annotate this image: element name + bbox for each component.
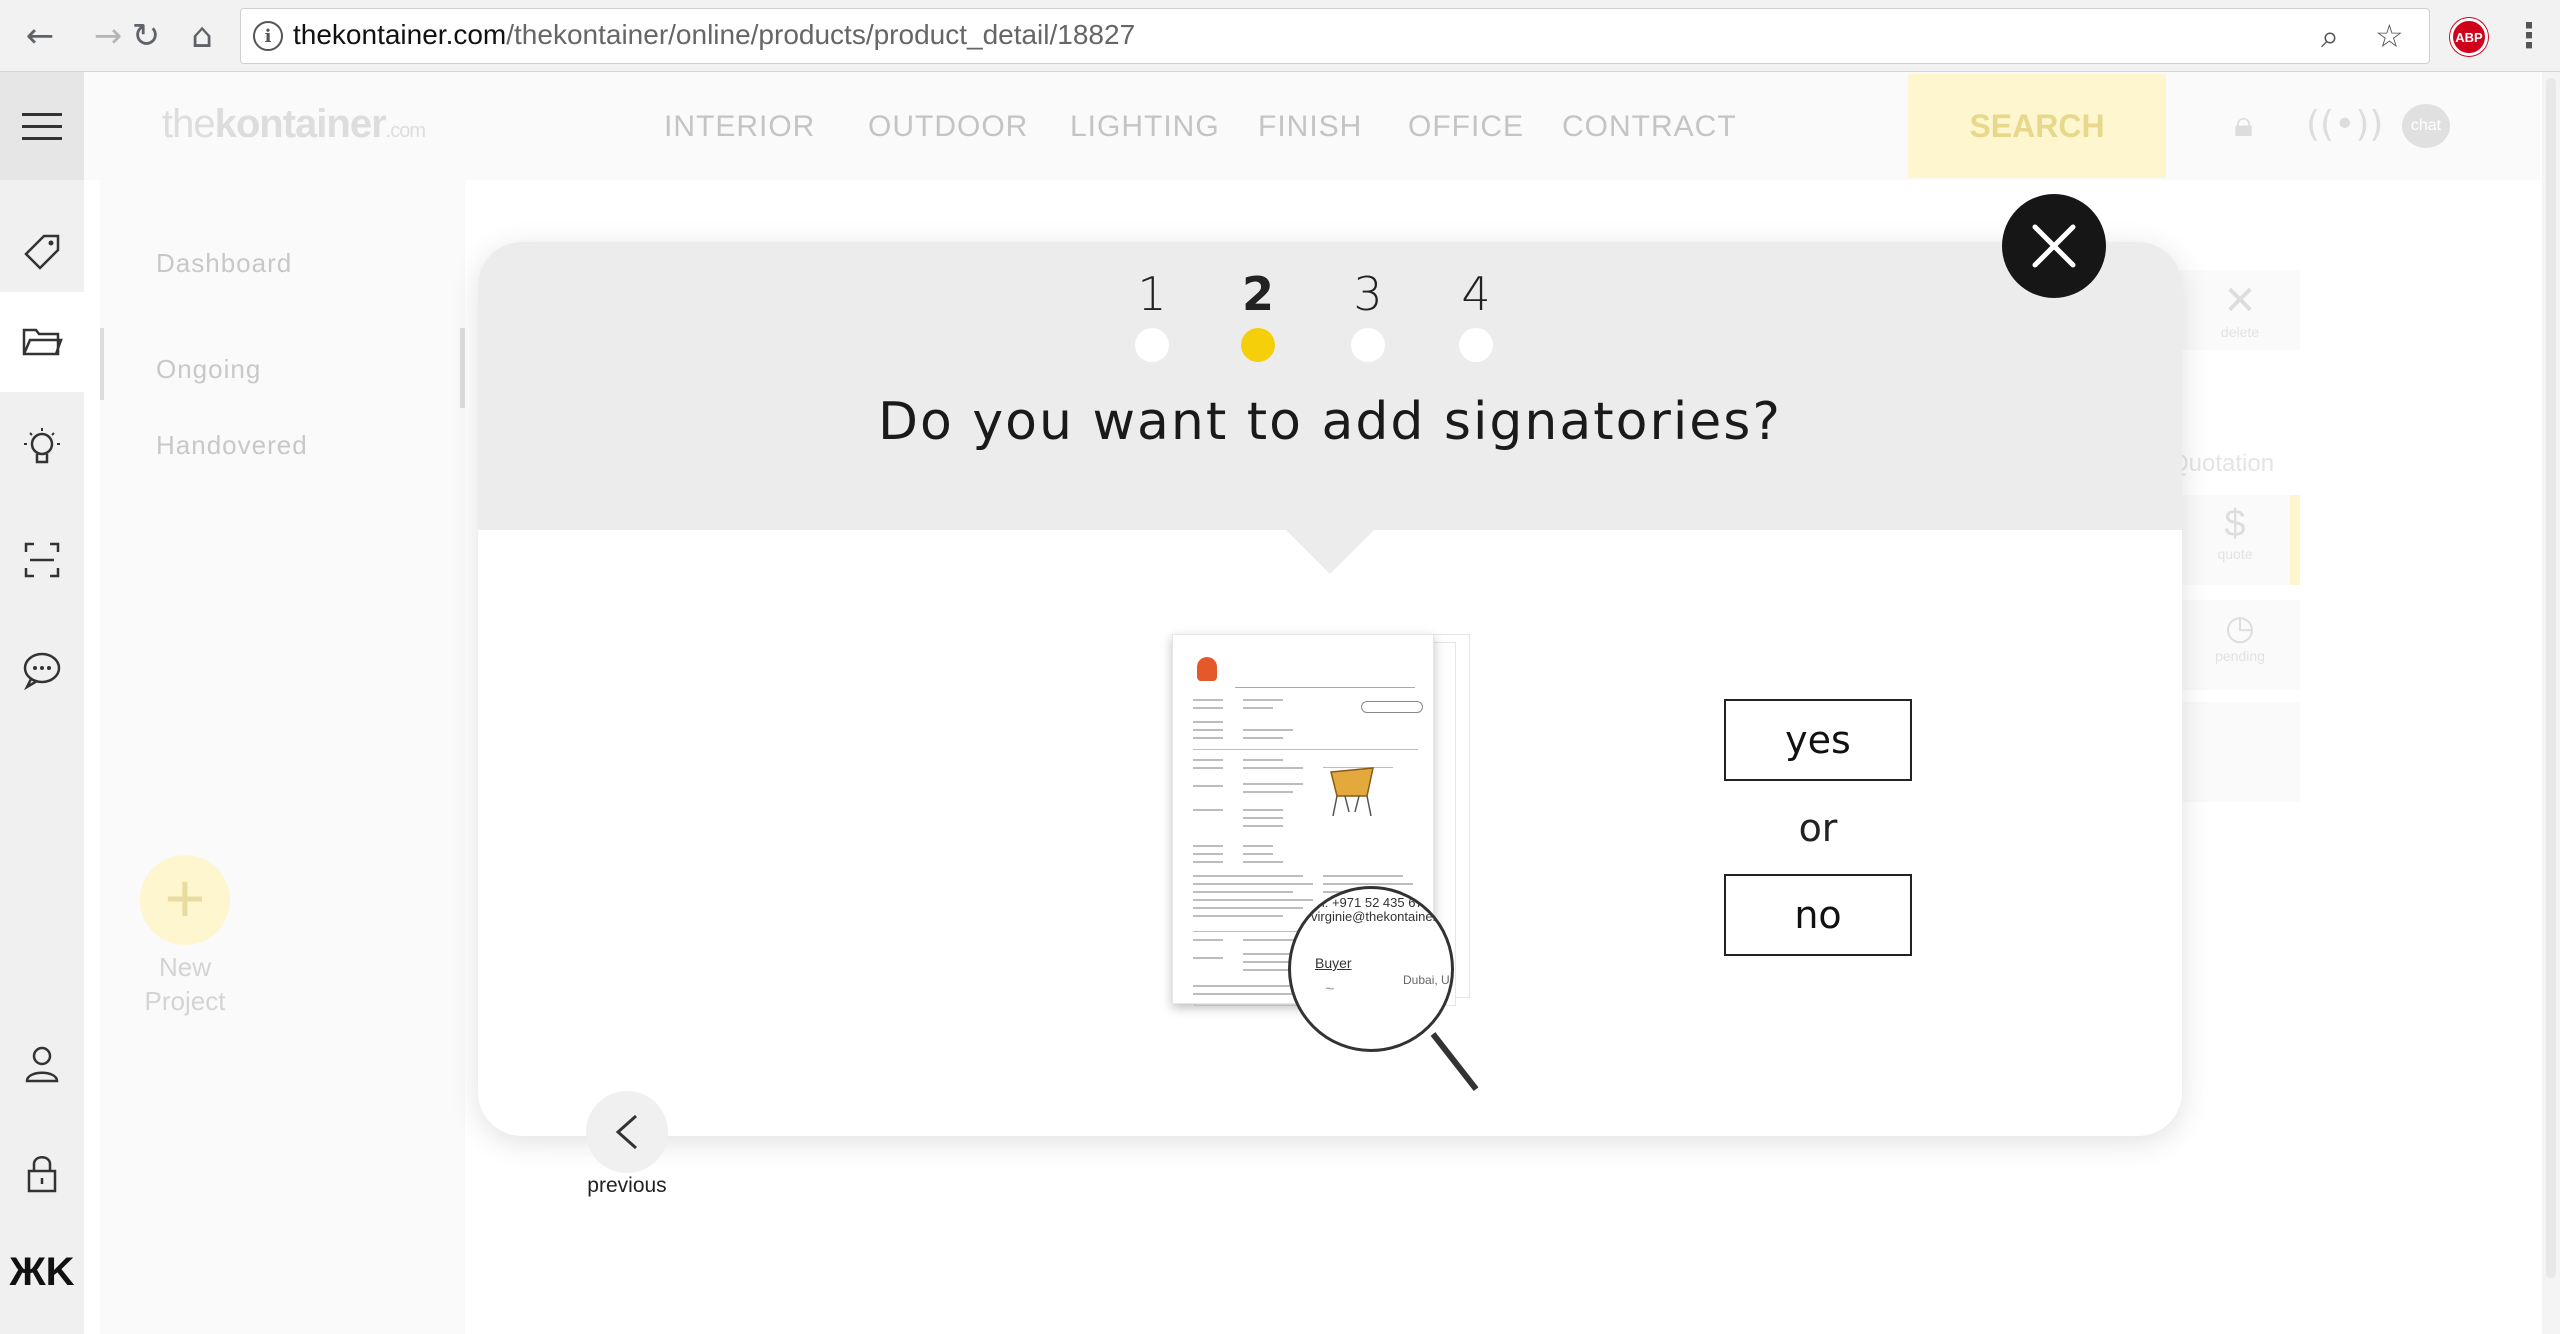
step-dot-active [1241, 328, 1275, 362]
tag-icon[interactable] [0, 202, 84, 302]
active-indicator [100, 328, 104, 400]
close-modal-button[interactable] [2002, 194, 2106, 298]
submenu-item-handovered[interactable]: Handovered [156, 430, 308, 461]
magnifier-handle [1430, 1032, 1479, 1092]
doc-logo-icon [1197, 657, 1217, 681]
nav-lighting[interactable]: LIGHTING [1070, 110, 1220, 144]
site-logo[interactable]: thekontainer.com [162, 102, 426, 147]
chat-icon[interactable]: chat [2402, 104, 2450, 148]
home-icon[interactable]: ⌂ [180, 14, 224, 58]
submenu-scrollbar[interactable] [460, 328, 465, 408]
step-number: 1 [1137, 267, 1167, 321]
page-scrollbar[interactable] [2542, 72, 2560, 1334]
yes-button[interactable]: yes [1724, 699, 1912, 781]
project-submenu: Dashboard Ongoing Handovered [100, 180, 465, 1334]
bookmark-star-icon[interactable]: ☆ [2375, 17, 2404, 55]
background-actions-panel: ✕ delete Quotation $ quote ◷ pending [2170, 270, 2325, 802]
new-project-button[interactable]: + [140, 855, 230, 945]
app-header: thekontainer.com INTERIOR OUTDOOR LIGHTI… [0, 72, 2540, 180]
step-4[interactable]: 4 [1446, 266, 1506, 362]
address-bar[interactable]: i thekontainer.com/thekontainer/online/p… [240, 8, 2430, 64]
quote-action[interactable]: $ quote [2180, 495, 2300, 585]
delete-action[interactable]: ✕ delete [2180, 270, 2300, 350]
or-label: or [1798, 806, 1838, 850]
reload-icon[interactable]: ↻ [124, 14, 168, 58]
header-pointer [1284, 528, 1376, 574]
step-number: 4 [1461, 267, 1491, 321]
pending-action[interactable]: ◷ pending [2180, 600, 2300, 690]
quotation-label: Quotation [2170, 450, 2275, 477]
chat-bubble-icon[interactable] [0, 620, 84, 720]
step-dot [1135, 328, 1169, 362]
step-1[interactable]: 1 [1122, 266, 1182, 362]
new-project-label: New Project [144, 952, 226, 1016]
search-button[interactable]: SEARCH [1908, 74, 2166, 178]
brand-logo[interactable]: ЖK [0, 1250, 84, 1295]
scan-icon[interactable] [0, 510, 84, 610]
magnifier-icon: tel: +971 52 435 6780 virginie@thekontai… [1288, 886, 1454, 1052]
browser-toolbar: ← → ↻ ⌂ i thekontainer.com/thekontainer/… [0, 0, 2560, 72]
signatories-wizard-modal: 1 2 3 4 Do you want to add signatories? [478, 242, 2182, 1136]
step-dot [1459, 328, 1493, 362]
step-number: 2 [1241, 267, 1274, 321]
chair-icon [1330, 767, 1374, 817]
document-thumbnail[interactable] [2180, 702, 2300, 802]
folder-icon[interactable] [0, 292, 84, 392]
zoom-icon[interactable]: ⌕ [2321, 17, 2339, 56]
submenu-item-dashboard[interactable]: Dashboard [156, 248, 292, 279]
left-sidebar: ЖK [0, 180, 84, 1334]
signed-document-illustration: tel: +971 52 435 6780 virginie@thekontai… [1172, 634, 1512, 1104]
nav-office[interactable]: OFFICE [1408, 110, 1524, 144]
lock-icon[interactable]: 🔒︎ [2234, 104, 2253, 146]
quote-label: quote [2217, 546, 2253, 562]
previous-button[interactable] [586, 1091, 668, 1173]
dollar-icon: $ [2224, 503, 2246, 545]
browser-menu-icon[interactable]: ⋮ [2512, 16, 2546, 56]
step-2[interactable]: 2 [1228, 266, 1288, 362]
no-button[interactable]: no [1724, 874, 1912, 956]
site-info-icon[interactable]: i [253, 21, 283, 51]
nav-outdoor[interactable]: OUTDOOR [868, 110, 1028, 144]
previous-label: previous [587, 1174, 667, 1197]
adblock-icon[interactable]: ABP [2450, 18, 2488, 56]
submenu-item-ongoing[interactable]: Ongoing [156, 354, 261, 385]
close-icon [2032, 224, 2076, 268]
step-dot [1351, 328, 1385, 362]
url-text: thekontainer.com/thekontainer/online/pro… [293, 19, 1136, 50]
wizard-question: Do you want to add signatories? [878, 392, 1782, 452]
chevron-left-icon [615, 1114, 637, 1150]
clock-icon: ◷ [2225, 609, 2255, 647]
wizard-header [478, 242, 2182, 530]
delete-label: delete [2220, 324, 2260, 340]
user-icon[interactable] [0, 1014, 84, 1114]
back-arrow-icon[interactable]: ← [18, 14, 62, 58]
nav-contract[interactable]: CONTRACT [1562, 110, 1737, 144]
broadcast-icon[interactable]: ((•)) [2306, 104, 2383, 145]
close-x-icon: ✕ [2223, 279, 2257, 323]
nav-interior[interactable]: INTERIOR [664, 110, 815, 144]
nav-finish[interactable]: FINISH [1258, 110, 1362, 144]
pending-label: pending [2215, 648, 2265, 664]
step-3[interactable]: 3 [1338, 266, 1398, 362]
lightbulb-icon[interactable] [0, 398, 84, 498]
hamburger-menu-icon[interactable] [0, 72, 84, 180]
step-number: 3 [1353, 267, 1383, 321]
padlock-icon[interactable] [0, 1124, 84, 1224]
